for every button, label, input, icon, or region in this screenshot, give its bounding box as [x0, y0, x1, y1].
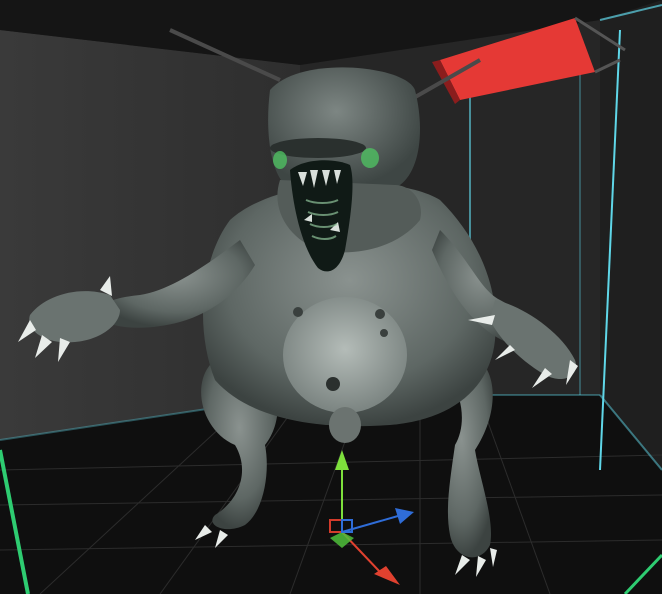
scene-canvas[interactable] [0, 0, 662, 594]
eye-glow-right [361, 148, 379, 168]
scene-viewport[interactable] [0, 0, 662, 594]
navel [326, 377, 340, 391]
nipple-right-lower [380, 329, 388, 337]
eye-glow-left [273, 151, 287, 169]
nipple-right [375, 309, 385, 319]
nipple-left [293, 307, 303, 317]
groin [329, 407, 361, 443]
